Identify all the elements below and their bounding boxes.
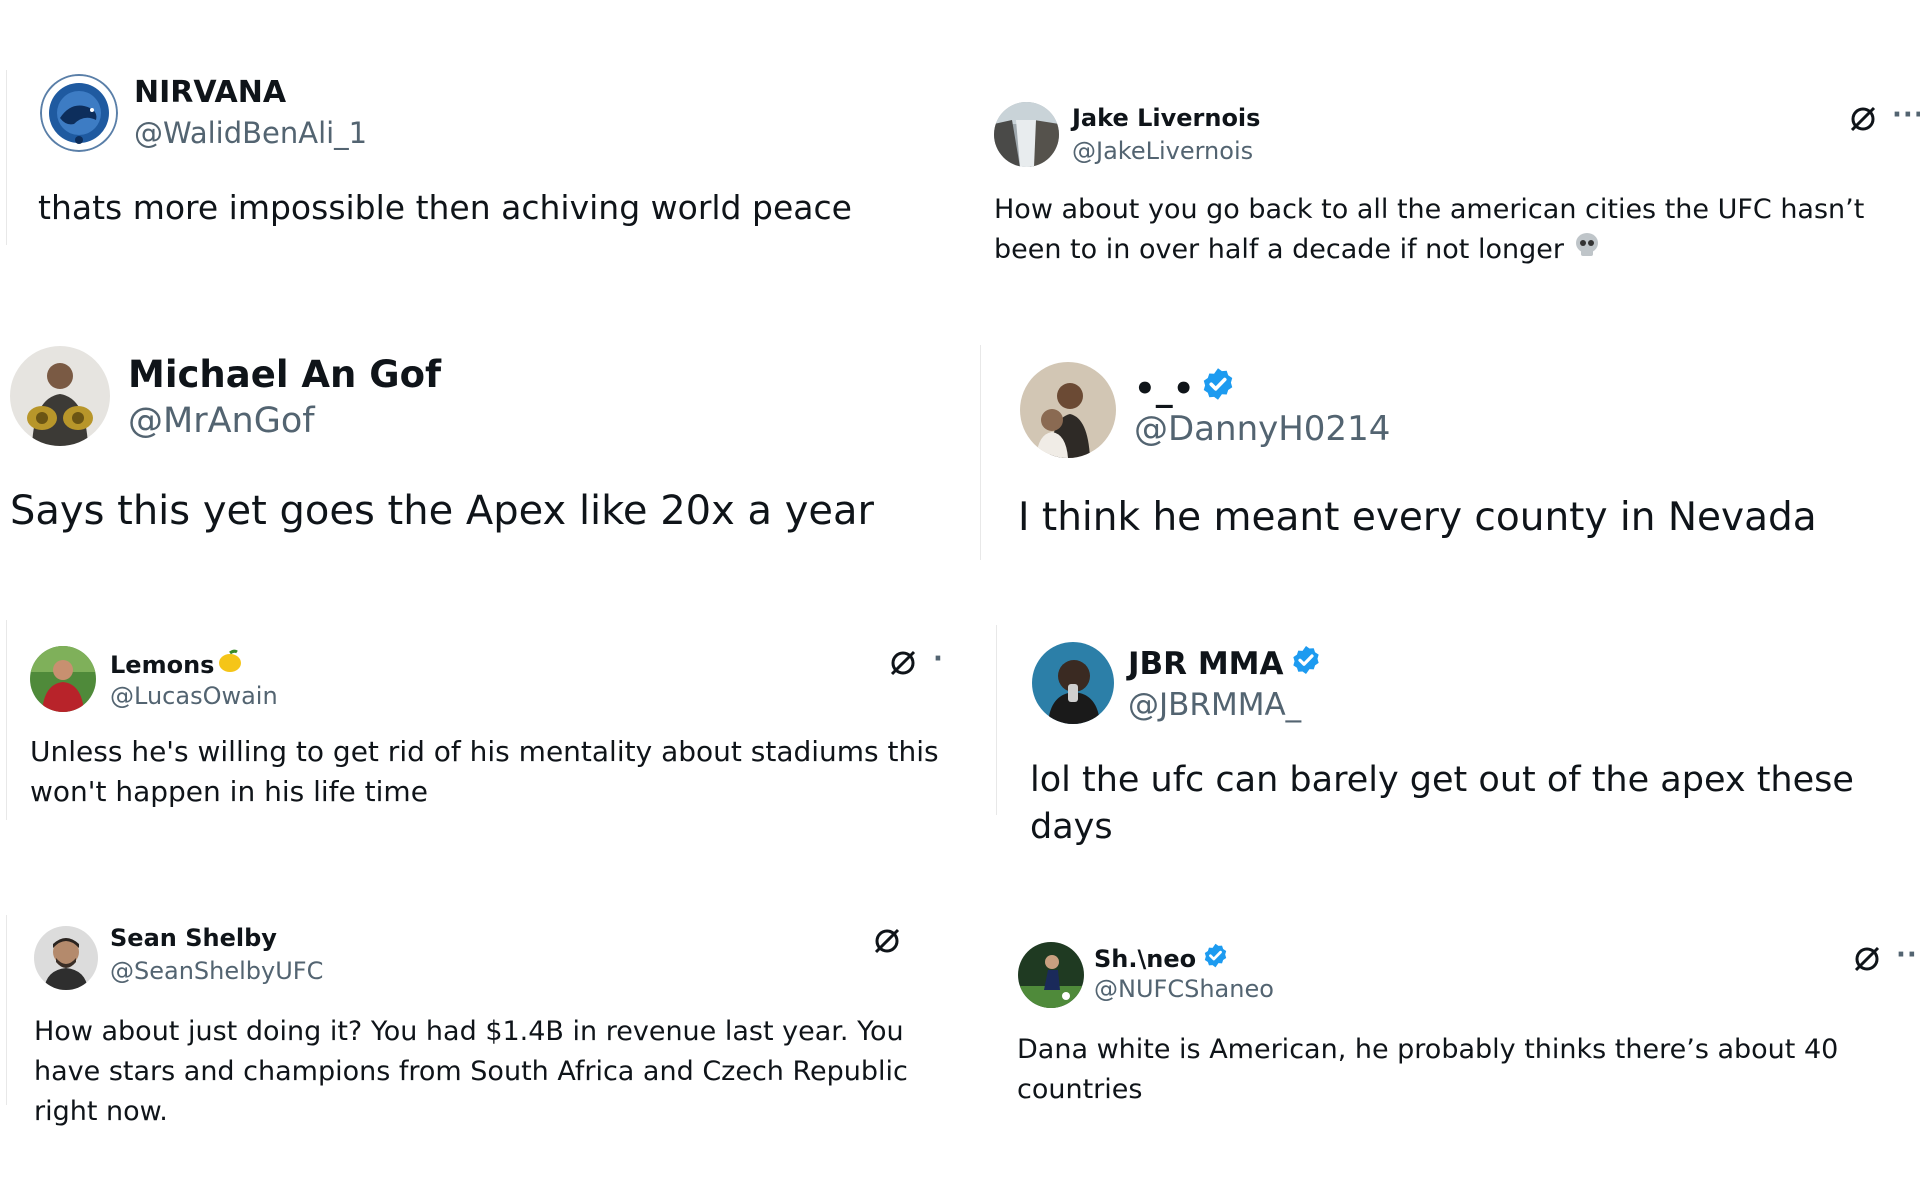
author-name[interactable]: NIRVANA: [134, 75, 286, 110]
grok-icon[interactable]: [1848, 104, 1878, 134]
author-name[interactable]: Jake Livernois: [1072, 104, 1260, 132]
microphone-avatar[interactable]: [1032, 642, 1114, 724]
tweet-card-dannyh0214[interactable]: •_• @DannyH0214 I think he meant every c…: [980, 300, 1920, 600]
tweet-text: Unless he's willing to get rid of his me…: [30, 735, 939, 808]
skull-emoji: [1573, 231, 1601, 271]
more-options-icon[interactable]: ···: [1896, 940, 1920, 970]
tweet-card-michael-an-gof[interactable]: Michael An Gof @MrAnGof Says this yet go…: [0, 300, 980, 600]
couple-photo-avatar[interactable]: [1020, 362, 1116, 458]
tweet-card-jake-livernois[interactable]: Jake Livernois @JakeLivernois ··· How ab…: [980, 0, 1920, 300]
grok-icon[interactable]: [872, 926, 902, 956]
tweet-text: Says this yet goes the Apex like 20x a y…: [10, 488, 874, 534]
grok-icon[interactable]: [888, 648, 918, 678]
more-options-icon[interactable]: ·: [933, 644, 944, 674]
soccer-player-avatar[interactable]: [1018, 942, 1084, 1008]
author-handle[interactable]: @JBRMMA_: [1128, 687, 1301, 723]
tweet-card-sean-shelby[interactable]: Sean Shelby @SeanShelbyUFC How about jus…: [0, 900, 980, 1200]
tweet-text: lol the ufc can barely get out of the ap…: [1030, 760, 1854, 848]
author-handle[interactable]: @MrAnGof: [128, 401, 315, 441]
verified-badge-icon: [1202, 942, 1229, 975]
author-name[interactable]: Sh.\neo: [1094, 942, 1229, 975]
author-handle[interactable]: @SeanShelbyUFC: [110, 957, 323, 985]
grok-icon[interactable]: [1852, 944, 1882, 974]
tweet-card-nirvana[interactable]: NIRVANA @WalidBenAli_1 thats more imposs…: [0, 0, 980, 300]
tweet-card-shaneo[interactable]: Sh.\neo @NUFCShaneo ··· Dana white is Am…: [980, 900, 1920, 1200]
nirvana-logo-avatar[interactable]: [40, 74, 118, 152]
tweet-text: How about just doing it? You had $1.4B i…: [34, 1016, 908, 1127]
author-handle[interactable]: @DannyH0214: [1134, 409, 1390, 449]
author-handle[interactable]: @WalidBenAli_1: [134, 116, 367, 150]
tweet-text: How about you go back to all the america…: [994, 190, 1914, 271]
tweet-card-lemons[interactable]: Lemons @LucasOwain · Unless he's willing…: [0, 600, 980, 900]
tweet-card-jbr-mma[interactable]: JBR MMA @JBRMMA_ lol the ufc can barely …: [980, 600, 1920, 900]
more-options-icon[interactable]: ···: [1892, 100, 1920, 130]
tweet-text: thats more impossible then achiving worl…: [38, 188, 852, 227]
author-handle[interactable]: @LucasOwain: [110, 682, 278, 710]
tweet-text: I think he meant every county in Nevada: [1018, 495, 1817, 540]
tweet-text: Dana white is American, he probably thin…: [1017, 1034, 1839, 1105]
author-handle[interactable]: @NUFCShaneo: [1094, 975, 1274, 1003]
author-name[interactable]: Michael An Gof: [128, 353, 441, 396]
author-name[interactable]: Sean Shelby: [110, 924, 277, 952]
man-portrait-avatar[interactable]: [34, 926, 98, 990]
verified-badge-icon: [1290, 644, 1322, 684]
author-name[interactable]: •_•: [1134, 366, 1236, 411]
fighter-belts-avatar[interactable]: [10, 346, 110, 446]
verified-badge-icon: [1200, 366, 1236, 411]
author-handle[interactable]: @JakeLivernois: [1072, 137, 1253, 165]
waterfall-avatar[interactable]: [994, 102, 1059, 167]
person-red-avatar[interactable]: [30, 646, 96, 712]
author-name[interactable]: Lemons: [110, 648, 244, 682]
lemon-emoji: [216, 648, 244, 682]
author-name[interactable]: JBR MMA: [1128, 644, 1322, 684]
